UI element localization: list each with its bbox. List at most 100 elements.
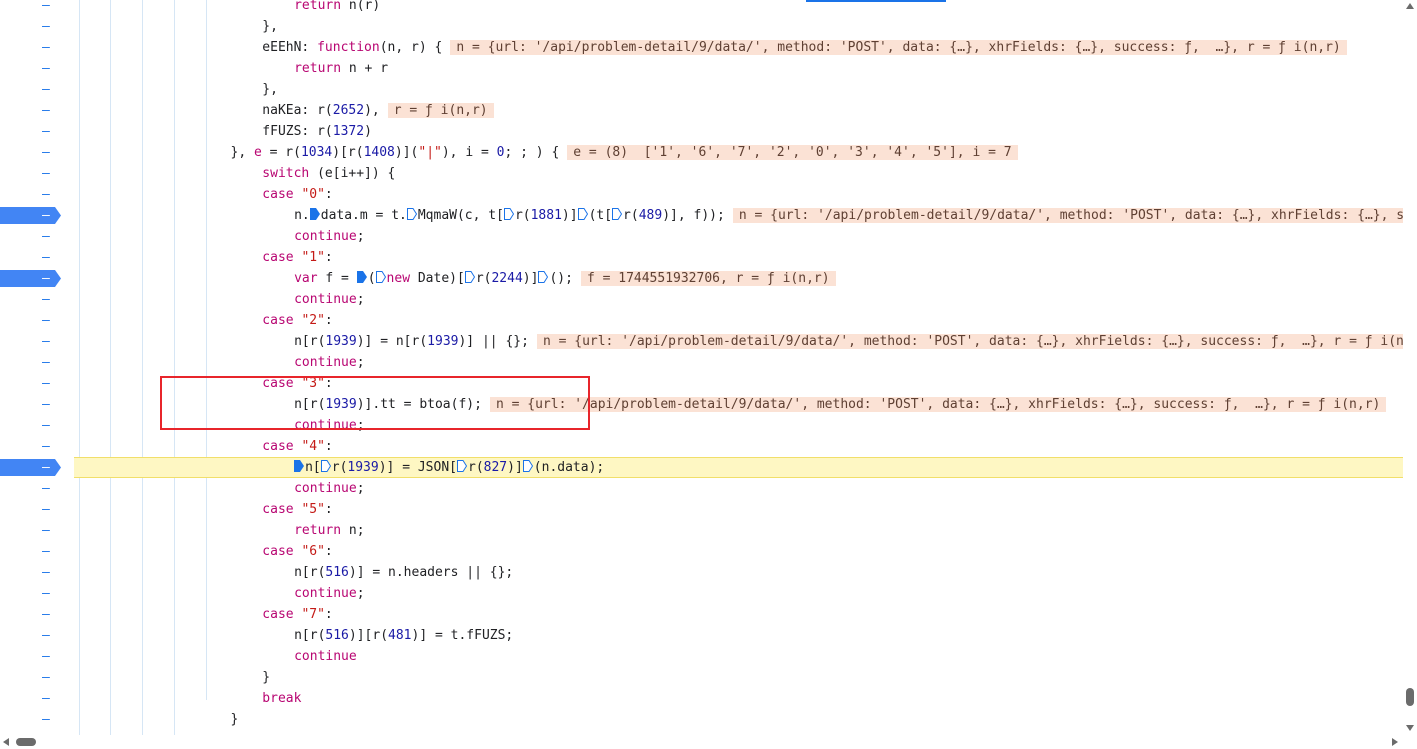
inline-breakpoint-icon[interactable] xyxy=(294,459,305,472)
breakpoint-arrow-icon[interactable] xyxy=(0,207,61,224)
code-line[interactable]: fFUZS: r(1372) xyxy=(74,121,1403,142)
inline-breakpoint-icon[interactable] xyxy=(356,269,367,283)
gutter-line[interactable]: – xyxy=(0,0,74,16)
code-area[interactable]: return n(r)}, eEEhN: function(n, r) {n = … xyxy=(74,0,1403,735)
gutter-line[interactable]: – xyxy=(0,373,74,394)
code-line[interactable]: n. data.m = t. MqmaW(c, t[r(1881)] (t[r(489… xyxy=(74,205,1403,226)
gutter-line[interactable]: – xyxy=(0,667,74,688)
gutter-line[interactable]: – xyxy=(0,583,74,604)
line-gutter[interactable]: – – – – – – – – – – – – – – – – – – – – – – – – – – – – – – – – – – – xyxy=(0,0,74,735)
vertical-scrollbar[interactable] xyxy=(1403,0,1417,735)
code-line[interactable]: case "7": xyxy=(74,604,1403,625)
code-line[interactable]: }, xyxy=(74,79,1403,100)
gutter-line[interactable]: – xyxy=(0,499,74,520)
code-line[interactable]: } xyxy=(74,709,1403,730)
inline-value-preview[interactable]: n = {url: '/api/problem-detail/9/data/',… xyxy=(489,397,1387,412)
gutter-line[interactable]: – xyxy=(0,478,74,499)
code-line[interactable]: case "0": xyxy=(74,184,1403,205)
code-line[interactable]: return n(r) xyxy=(74,0,1403,16)
inline-breakpoint-icon[interactable] xyxy=(503,206,515,220)
gutter-line[interactable]: – xyxy=(0,352,74,373)
breakpoint-arrow-icon[interactable] xyxy=(0,270,61,287)
paused-code-line[interactable]: n[r(1939)] = JSON[r(827)] (n.data); xyxy=(74,457,1403,478)
inline-breakpoint-icon[interactable] xyxy=(320,459,331,472)
inline-value-preview[interactable]: f = 1744551932706, r = ƒ i(n,r) xyxy=(580,271,836,286)
gutter-line[interactable]: – xyxy=(0,247,74,268)
code-line[interactable]: n[r(1939)] = n[r(1939)] || {}; n = {url: … xyxy=(74,331,1403,352)
gutter-line[interactable]: – xyxy=(0,205,74,226)
gutter-line[interactable]: – xyxy=(0,268,74,289)
gutter-line[interactable]: – xyxy=(0,226,74,247)
inline-value-preview[interactable]: e = (8) ['1', '6', '7', '2', '0', '3', '… xyxy=(567,145,1018,160)
gutter-line[interactable]: – xyxy=(0,436,74,457)
gutter-line[interactable]: – xyxy=(0,58,74,79)
gutter-line[interactable]: – xyxy=(0,163,74,184)
gutter-line[interactable]: – xyxy=(0,16,74,37)
code-editor[interactable]: – – – – – – – – – – – – – – – – – – – – – – – – – – – – – – – – – – – retu… xyxy=(0,0,1403,735)
code-line[interactable]: continue; xyxy=(74,583,1403,604)
code-line[interactable]: eEEhN: function(n, r) {n = {url: '/api/p… xyxy=(74,37,1403,58)
breakpoint-arrow-icon[interactable] xyxy=(0,459,61,476)
inline-breakpoint-icon[interactable] xyxy=(375,269,386,283)
scroll-left-arrow-icon[interactable] xyxy=(3,738,9,746)
horizontal-scrollbar[interactable] xyxy=(0,735,1403,749)
code-line[interactable]: n[r(516)] = n.headers || {}; xyxy=(74,562,1403,583)
inline-value-preview[interactable]: n = {url: '/api/problem-detail/9/data/',… xyxy=(450,40,1347,55)
gutter-line[interactable]: – xyxy=(0,37,74,58)
horizontal-scroll-thumb[interactable] xyxy=(16,738,36,746)
gutter-line[interactable]: – xyxy=(0,541,74,562)
code-line[interactable]: continue; xyxy=(74,352,1403,373)
code-line[interactable]: continue; xyxy=(74,478,1403,499)
gutter-line[interactable]: – xyxy=(0,520,74,541)
gutter-line[interactable]: – xyxy=(0,688,74,709)
inline-breakpoint-icon[interactable] xyxy=(457,459,468,472)
scroll-right-arrow-icon[interactable] xyxy=(1392,738,1398,746)
code-line[interactable]: var f = (new Date)[r(2244)] (); f = 174455… xyxy=(74,268,1403,289)
gutter-line[interactable]: – xyxy=(0,625,74,646)
code-line[interactable]: }, e = r(1034)[r(1408)]("|"), i = 0; ; )… xyxy=(74,142,1403,163)
inline-breakpoint-icon[interactable] xyxy=(538,269,549,283)
gutter-line[interactable]: – xyxy=(0,331,74,352)
gutter-line[interactable]: – xyxy=(0,289,74,310)
gutter-line[interactable]: – xyxy=(0,457,74,478)
inline-breakpoint-icon[interactable] xyxy=(612,206,623,220)
inline-breakpoint-icon[interactable] xyxy=(522,459,533,472)
code-line[interactable]: continue xyxy=(74,646,1403,667)
scroll-down-arrow-icon[interactable] xyxy=(1406,725,1414,731)
gutter-line[interactable]: – xyxy=(0,79,74,100)
gutter-line[interactable]: – xyxy=(0,184,74,205)
gutter-line[interactable]: – xyxy=(0,310,74,331)
code-line[interactable]: n[r(516)][r(481)] = t.fFUZS; xyxy=(74,625,1403,646)
code-line[interactable]: return n; xyxy=(74,520,1403,541)
scroll-up-arrow-icon[interactable] xyxy=(1406,3,1414,9)
code-line[interactable]: case "2": xyxy=(74,310,1403,331)
code-line[interactable]: case "6": xyxy=(74,541,1403,562)
code-line[interactable]: break xyxy=(74,688,1403,709)
gutter-line[interactable]: – xyxy=(0,121,74,142)
vertical-scroll-thumb[interactable] xyxy=(1406,688,1414,706)
code-line[interactable]: continue; xyxy=(74,226,1403,247)
code-line[interactable]: switch (e[i++]) { xyxy=(74,163,1403,184)
gutter-line[interactable]: – xyxy=(0,604,74,625)
code-line[interactable]: naKEa: r(2652), r = ƒ i(n,r) xyxy=(74,100,1403,121)
gutter-line[interactable]: – xyxy=(0,415,74,436)
gutter-line[interactable]: – xyxy=(0,142,74,163)
inline-breakpoint-icon[interactable] xyxy=(464,269,475,283)
code-line[interactable]: case "5": xyxy=(74,499,1403,520)
gutter-line[interactable]: – xyxy=(0,394,74,415)
code-line[interactable]: } xyxy=(74,667,1403,688)
gutter-line[interactable]: – xyxy=(0,646,74,667)
inline-breakpoint-icon[interactable] xyxy=(309,206,320,220)
gutter-line[interactable]: – xyxy=(0,562,74,583)
inline-value-preview[interactable]: n = {url: '/api/problem-detail/9/data/',… xyxy=(536,334,1403,349)
inline-value-preview[interactable]: n = {url: '/api/problem-detail/9/data/',… xyxy=(732,208,1403,223)
inline-value-preview[interactable]: r = ƒ i(n,r) xyxy=(387,103,494,118)
inline-breakpoint-icon[interactable] xyxy=(406,206,417,220)
code-line[interactable]: case "4": xyxy=(74,436,1403,457)
code-line[interactable]: continue; xyxy=(74,289,1403,310)
code-line[interactable]: case "1": xyxy=(74,247,1403,268)
code-line[interactable]: }, xyxy=(74,16,1403,37)
code-line[interactable]: return n + r xyxy=(74,58,1403,79)
inline-breakpoint-icon[interactable] xyxy=(577,206,588,220)
gutter-line[interactable]: – xyxy=(0,100,74,121)
